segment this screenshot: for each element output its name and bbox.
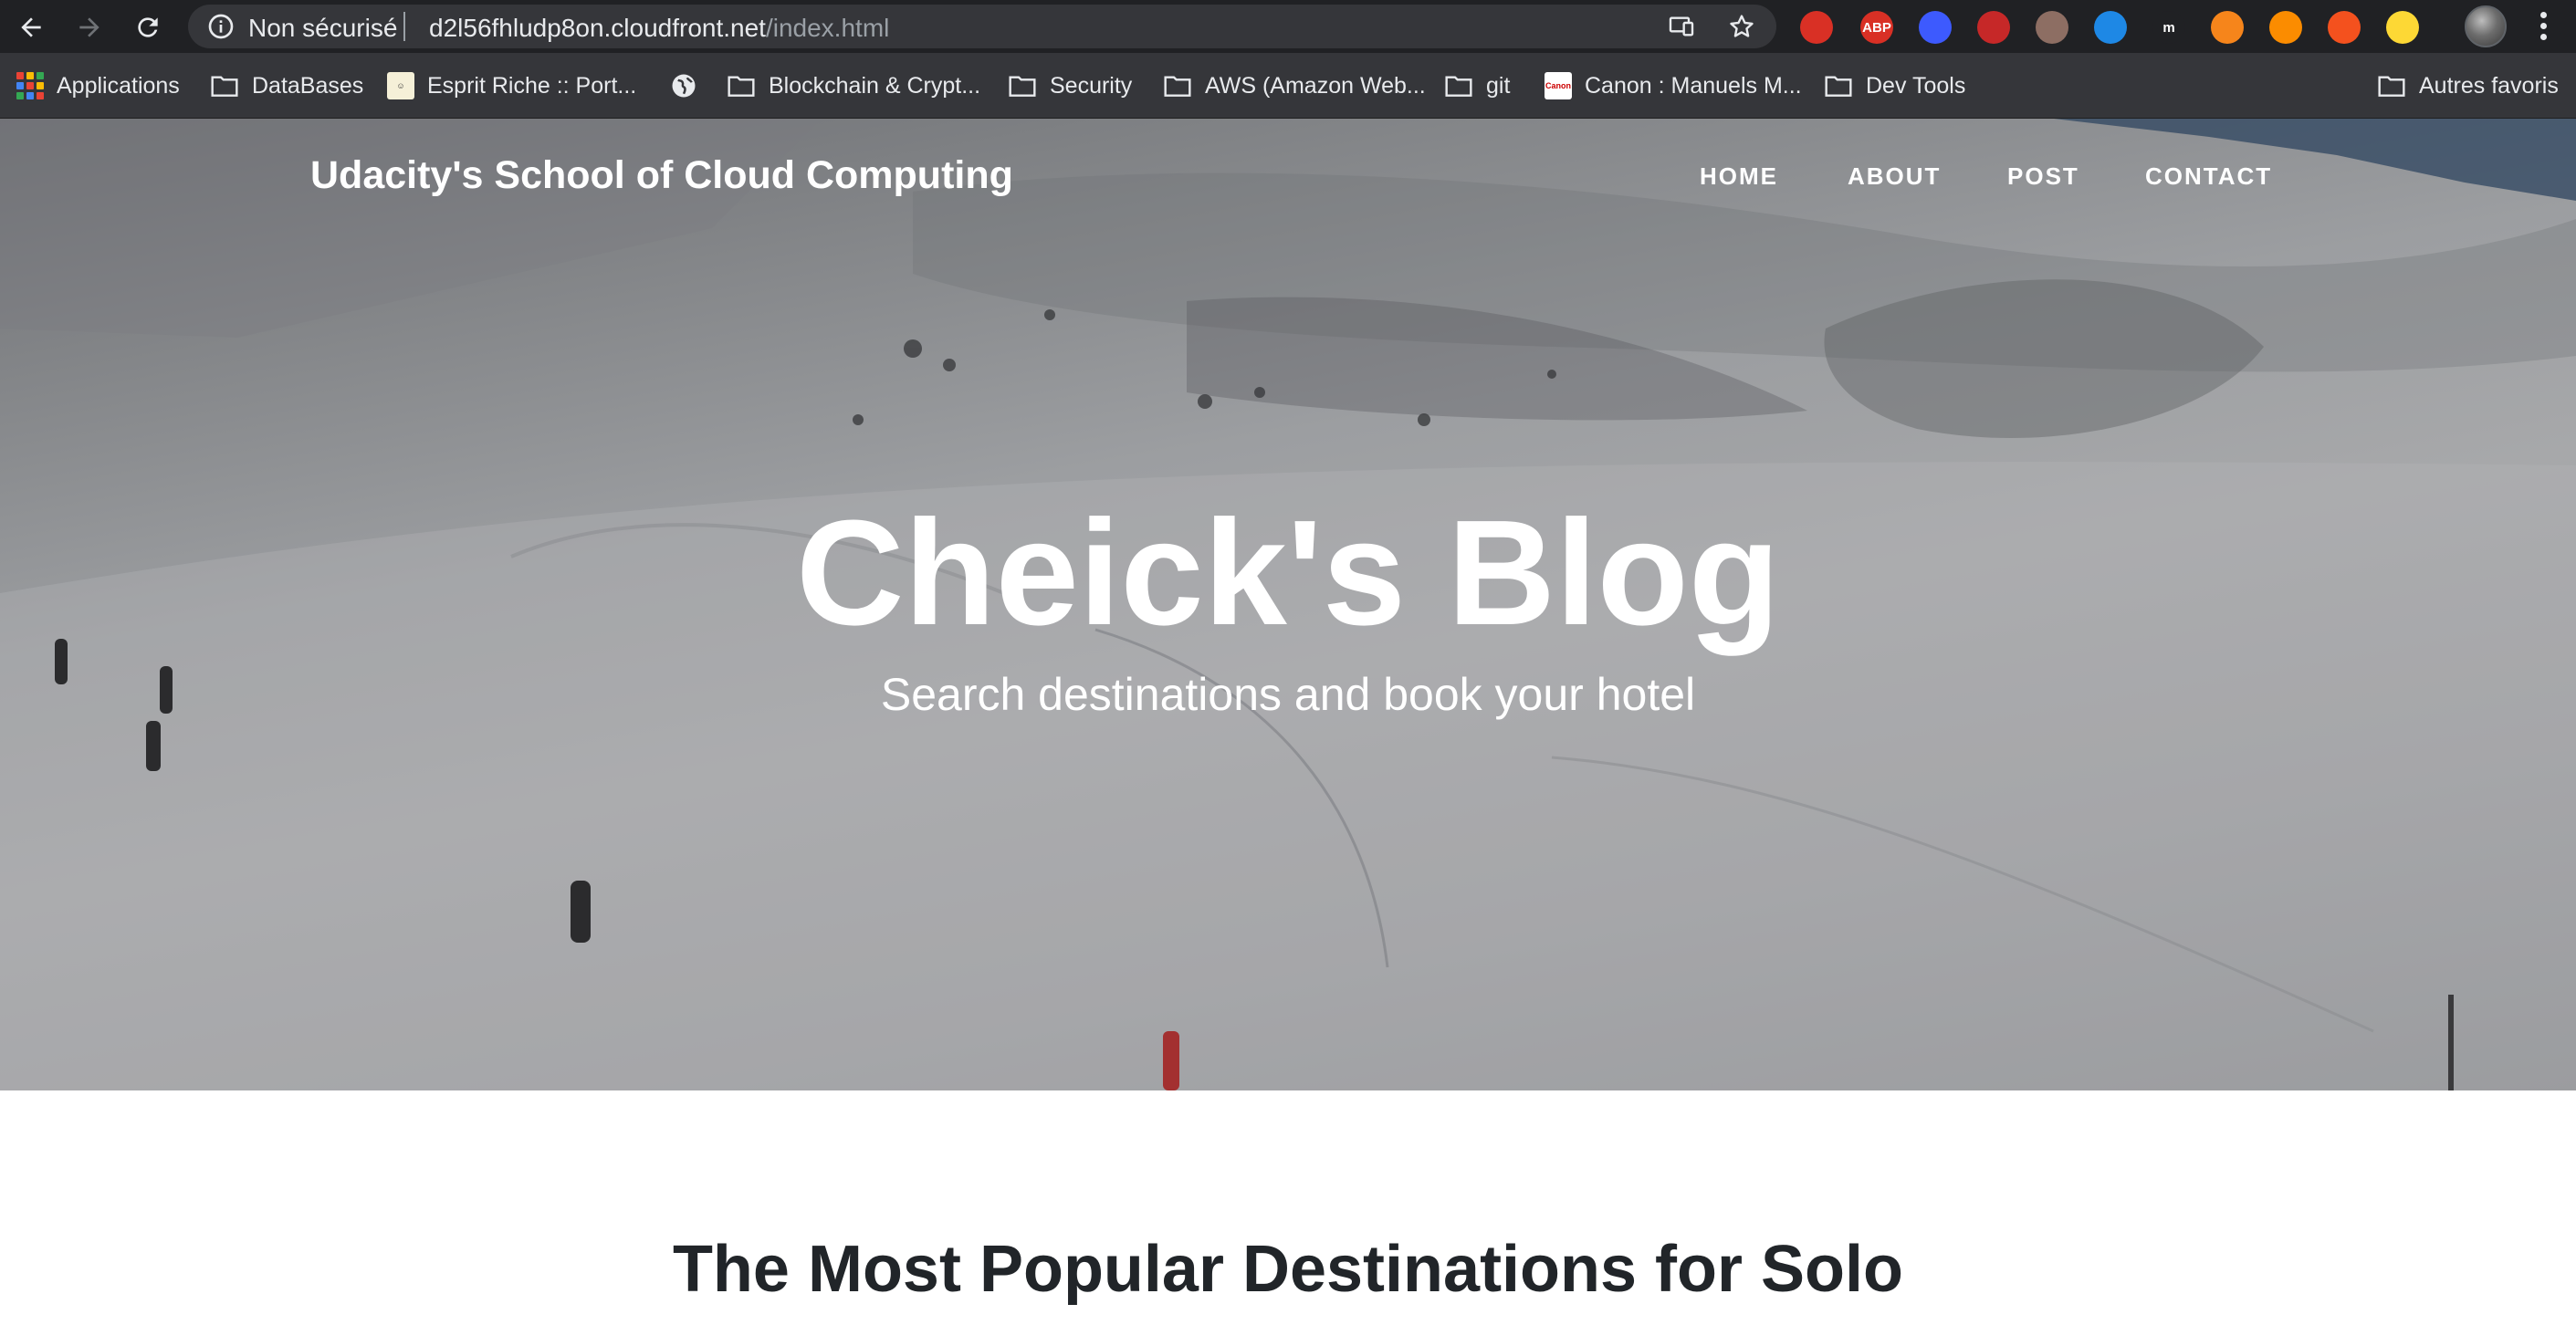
forward-arrow-icon xyxy=(79,17,99,37)
reload-icon xyxy=(138,17,158,37)
site-brand[interactable]: Udacity's School of Cloud Computing xyxy=(310,153,1013,198)
diamond-extension-icon[interactable] xyxy=(2328,11,2361,44)
bookmark-canon[interactable]: Canon Canon : Manuels M... xyxy=(1545,68,1802,104)
cast-icon[interactable] xyxy=(1667,12,1696,41)
nav-about[interactable]: ABOUT xyxy=(1848,162,1941,191)
bookmark-label: AWS (Amazon Web... xyxy=(1205,72,1426,99)
bookmark-label: Autres favoris xyxy=(2419,72,2559,99)
globe-icon xyxy=(672,74,696,98)
adblock-plus-icon[interactable]: ABP xyxy=(1860,11,1893,44)
hero-section: Udacity's School of Cloud Computing HOME… xyxy=(0,119,2576,1090)
bookmark-label: Canon : Manuels M... xyxy=(1585,72,1802,99)
play-extension-icon[interactable] xyxy=(2269,11,2302,44)
bookmark-security[interactable]: Security xyxy=(1008,68,1132,104)
url-path: /index.html xyxy=(765,14,890,42)
apps-grid-icon xyxy=(16,72,44,99)
bookmark-star-icon[interactable] xyxy=(1727,12,1756,41)
metamask-fox-icon[interactable] xyxy=(2211,11,2244,44)
browser-menu-button[interactable] xyxy=(2529,7,2558,47)
info-icon[interactable] xyxy=(206,12,236,41)
back-arrow-icon xyxy=(21,17,41,37)
bookmark-label: git xyxy=(1486,72,1511,99)
nav-contact[interactable]: CONTACT xyxy=(2145,162,2272,191)
bookmark-databases[interactable]: DataBases xyxy=(210,68,363,104)
santa-extension-icon[interactable] xyxy=(1977,11,2010,44)
hero-subtitle: Search destinations and book your hotel xyxy=(880,669,1696,720)
bookmark-aws[interactable]: AWS (Amazon Web... xyxy=(1163,68,1426,104)
bookmark-other-favorites[interactable]: Autres favoris xyxy=(2377,68,2559,104)
folder-icon xyxy=(1009,76,1036,97)
address-bar[interactable]: Non sécurisé d2l56fhludp8on.cloudfront.n… xyxy=(188,5,1776,48)
bookmark-label: DataBases xyxy=(252,72,364,99)
section-heading: The Most Popular Destinations for Solo xyxy=(672,1233,1904,1306)
bookmark-label: Applications xyxy=(57,72,180,99)
bookmark-label: Blockchain & Crypt... xyxy=(769,72,981,99)
browser-toolbar: Non sécurisé d2l56fhludp8on.cloudfront.n… xyxy=(0,0,2576,53)
folder-icon xyxy=(728,76,755,97)
monkey-extension-icon[interactable] xyxy=(2036,11,2068,44)
address-separator xyxy=(403,12,405,41)
nav-home[interactable]: HOME xyxy=(1700,162,1778,191)
bookmark-globe[interactable] xyxy=(670,68,697,104)
esprit-riche-favicon: ☺ xyxy=(387,72,414,99)
bookmarks-bar: Applications DataBases ☺ Esprit Riche ::… xyxy=(0,53,2576,119)
folder-icon xyxy=(211,76,238,97)
chart-extension-icon[interactable] xyxy=(2094,11,2127,44)
hero-title: Cheick's Blog xyxy=(796,489,1780,656)
folder-icon xyxy=(1825,76,1852,97)
url-host: d2l56fhludp8on.cloudfront.net xyxy=(429,14,766,42)
m-extension-icon[interactable]: m xyxy=(2152,11,2185,44)
bookmark-label: Security xyxy=(1050,72,1133,99)
profile-avatar[interactable] xyxy=(2465,5,2507,47)
bookmark-applications[interactable]: Applications xyxy=(16,68,180,104)
folder-icon xyxy=(1445,76,1472,97)
bookmark-git[interactable]: git xyxy=(1444,68,1510,104)
bookmark-blockchain[interactable]: Blockchain & Crypt... xyxy=(727,68,980,104)
bookmark-esprit-riche[interactable]: ☺ Esprit Riche :: Port... xyxy=(387,68,636,104)
forward-button[interactable] xyxy=(69,7,110,47)
bookmark-label: Dev Tools xyxy=(1866,72,1966,99)
folder-icon xyxy=(2378,76,2405,97)
canon-favicon: Canon xyxy=(1545,72,1572,99)
privacy-badger-icon[interactable] xyxy=(1919,11,1952,44)
back-button[interactable] xyxy=(11,7,51,47)
bookmark-dev-tools[interactable]: Dev Tools xyxy=(1824,68,1965,104)
folder-icon xyxy=(1164,76,1191,97)
bookmark-label: Esprit Riche :: Port... xyxy=(427,72,637,99)
reload-button[interactable] xyxy=(128,7,168,47)
stop-hand-icon[interactable] xyxy=(1800,11,1833,44)
security-status[interactable]: Non sécurisé xyxy=(248,14,397,43)
ghost-extension-icon[interactable] xyxy=(2386,11,2419,44)
nav-post[interactable]: POST xyxy=(2007,162,2079,191)
url-text[interactable]: d2l56fhludp8on.cloudfront.net/index.html xyxy=(429,14,889,43)
